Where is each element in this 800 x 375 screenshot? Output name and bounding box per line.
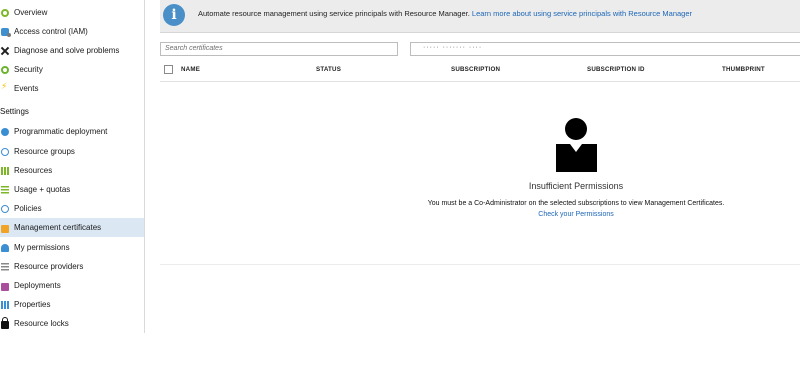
check-permissions-link[interactable]: Check your Permissions [476,211,676,218]
person-icon [1,243,9,252]
sidebar-item-resource-providers[interactable]: Resource providers [0,257,144,276]
sidebar-item-label: Security [14,65,43,74]
subscription-filter[interactable]: ····· ······· ···· [410,42,800,56]
sidebar-item-label: Resource groups [14,147,75,156]
sidebar-item-policies[interactable]: Policies [0,199,144,218]
grid-icon [1,166,9,175]
security-icon [1,65,9,74]
sidebar-item-access-control[interactable]: Access control (IAM) [0,22,144,41]
sidebar-item-label: Usage + quotas [14,185,71,194]
usage-icon [1,185,9,194]
certificate-icon [1,224,9,233]
info-banner: i Automate resource management using ser… [160,0,800,33]
sidebar-item-deployments[interactable]: Deployments [0,276,144,295]
select-all-checkbox[interactable] [164,65,173,74]
sidebar-item-label: Resources [14,166,53,175]
banner-learn-more-link[interactable]: Learn more about using service principal… [472,9,692,18]
user-silhouette-icon [565,118,587,140]
divider [160,264,800,265]
sidebar-item-management-certificates[interactable]: Management certificates [0,218,144,237]
sidebar-item-label: Resource locks [14,319,69,328]
sidebar: Overview Access control (IAM) Diagnose a… [0,0,145,333]
banner-text-container: Automate resource management using servi… [198,9,692,18]
lock-icon [1,317,9,329]
search-input[interactable]: Search certificates [160,42,398,56]
sidebar-item-resource-groups[interactable]: Resource groups [0,142,144,161]
sidebar-item-diagnose[interactable]: Diagnose and solve problems [0,41,144,60]
column-header-subscription-id[interactable]: SUBSCRIPTION ID [587,66,645,73]
sidebar-item-resource-locks[interactable]: Resource locks [0,314,144,333]
sidebar-item-my-permissions[interactable]: My permissions [0,238,144,257]
sidebar-item-programmatic-deployment[interactable]: Programmatic deployment [0,122,144,141]
sidebar-item-label: Events [14,84,39,93]
column-header-subscription[interactable]: SUBSCRIPTION [451,66,500,73]
deployments-icon [1,282,9,291]
column-header-name[interactable]: NAME [181,66,200,73]
sidebar-item-label: Access control (IAM) [14,27,88,36]
table-header: NAME STATUS SUBSCRIPTION SUBSCRIPTION ID… [160,61,800,82]
sidebar-item-label: Policies [14,204,42,213]
column-header-status[interactable]: STATUS [316,66,341,73]
sidebar-item-label: Management certificates [14,223,102,232]
section-header-settings: Settings [0,107,29,116]
sidebar-item-label: Overview [14,8,48,17]
overview-icon [1,8,9,17]
sidebar-item-security[interactable]: Security [0,60,144,79]
tools-icon [1,47,9,55]
empty-state-title: Insufficient Permissions [528,181,624,191]
sidebar-item-resources[interactable]: Resources [0,161,144,180]
column-header-thumbprint[interactable]: THUMBPRINT [722,66,765,73]
list-icon [1,262,9,271]
user-silhouette-collar [570,144,582,152]
empty-state-message: You must be a Co-Administrator on the se… [427,200,725,207]
sidebar-item-label: Diagnose and solve problems [14,46,120,55]
sidebar-item-label: My permissions [14,243,70,252]
sidebar-item-overview[interactable]: Overview [0,3,144,22]
sidebar-item-label: Properties [14,300,51,309]
sidebar-item-label: Deployments [14,281,61,290]
access-control-icon [1,27,11,37]
resource-groups-icon [1,147,9,156]
sidebar-item-events[interactable]: Events [0,79,144,98]
policies-icon [1,204,9,213]
sidebar-item-label: Programmatic deployment [14,127,108,136]
info-icon: i [163,4,185,26]
sidebar-item-label: Resource providers [14,262,84,271]
lightning-icon [1,82,9,93]
sidebar-item-usage-quotas[interactable]: Usage + quotas [0,180,144,199]
banner-text: Automate resource management using servi… [198,9,470,18]
properties-icon [1,300,9,309]
cloud-icon [1,127,9,136]
sidebar-item-properties[interactable]: Properties [0,295,144,314]
